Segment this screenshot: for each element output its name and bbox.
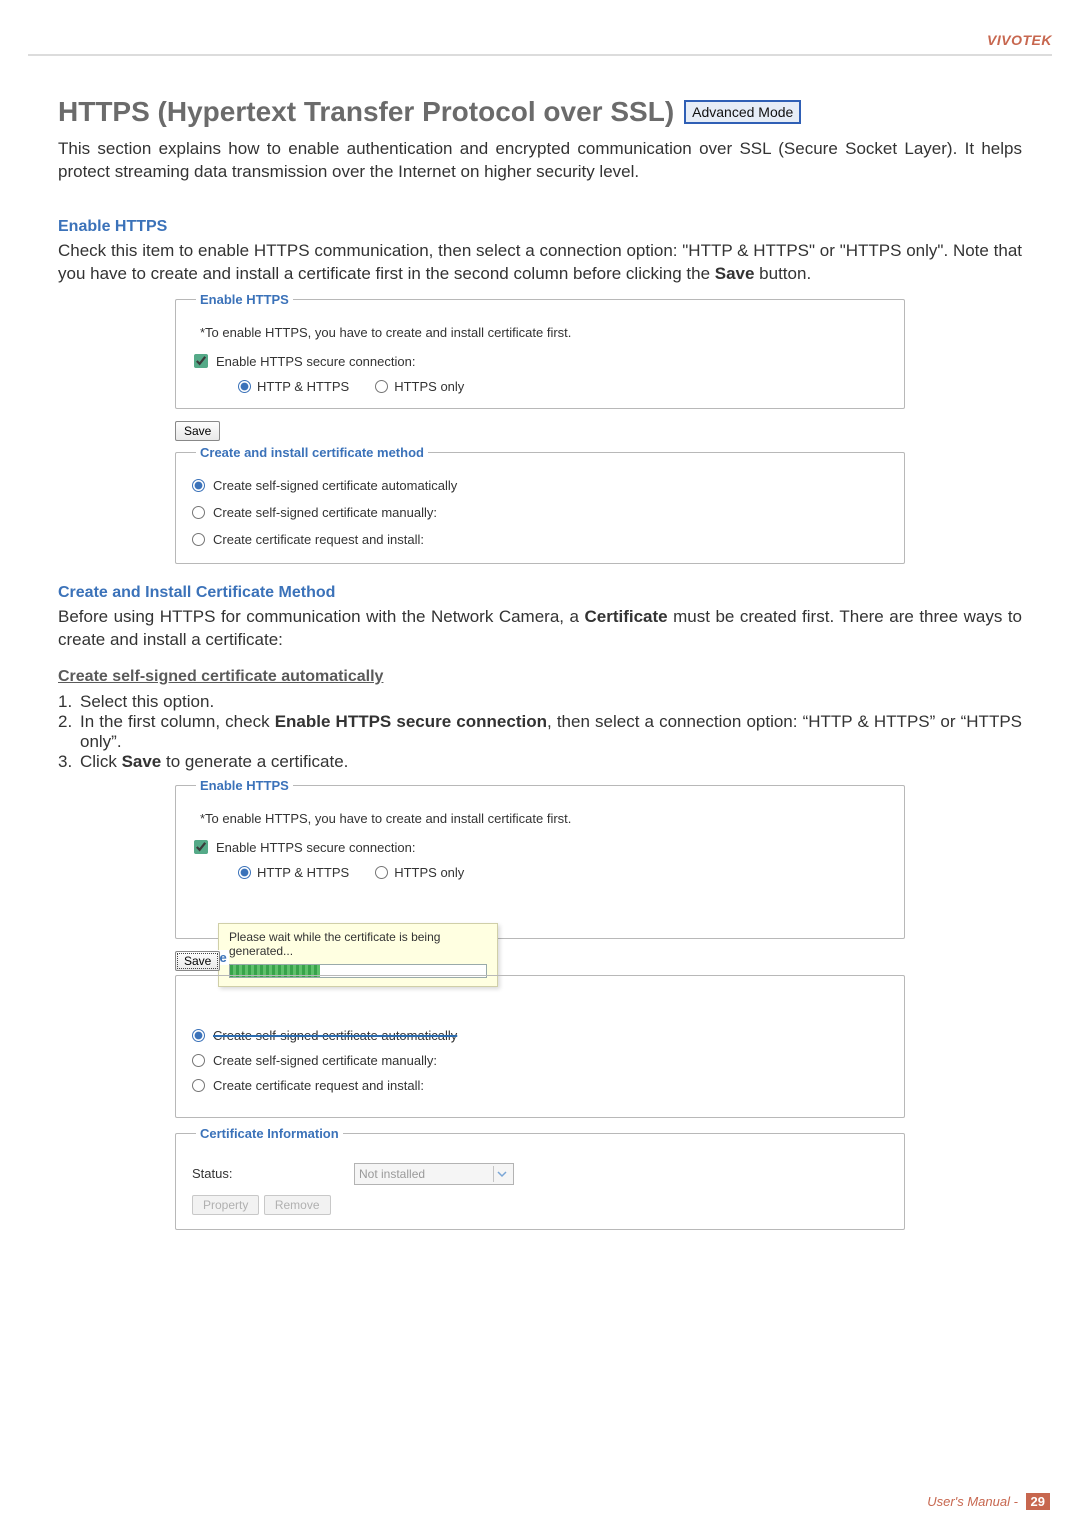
steps-list: 1.Select this option. 2.In the first col… — [58, 692, 1022, 772]
footer: User's Manual - 29 — [927, 1494, 1050, 1509]
intro-text: This section explains how to enable auth… — [58, 138, 1022, 184]
subheading-auto: Create self-signed certificate automatic… — [58, 668, 1022, 686]
enable-https-checkbox-2[interactable] — [194, 840, 208, 854]
title-text: HTTPS (Hypertext Transfer Protocol over … — [58, 96, 674, 128]
connection-mode-radios-2: HTTP & HTTPS HTTPS only — [238, 865, 888, 880]
cert-manual-2[interactable]: Create self-signed certificate manually: — [192, 1053, 888, 1068]
remove-button: Remove — [264, 1195, 331, 1215]
footer-text: User's Manual - — [927, 1494, 1018, 1509]
cert-method-group-2: Create self-signed certificate automatic… — [175, 975, 905, 1118]
radio-https-only-2[interactable]: HTTPS only — [375, 865, 464, 880]
enable-https-group-2: Enable HTTPS *To enable HTTPS, you have … — [175, 778, 905, 939]
chevron-down-icon — [493, 1166, 509, 1182]
enable-https-legend-2: Enable HTTPS — [196, 778, 293, 793]
screenshot-generating: Enable HTTPS *To enable HTTPS, you have … — [175, 778, 905, 1238]
save-button-2[interactable]: Save — [175, 951, 220, 971]
enable-note: *To enable HTTPS, you have to create and… — [200, 325, 888, 340]
section-enable-heading: Enable HTTPS — [58, 218, 1022, 236]
radio-https-only[interactable]: HTTPS only — [375, 379, 464, 394]
cert-info-group: Certificate Information Status: Not inst… — [175, 1126, 905, 1230]
step-3: Click Save to generate a certificate. — [80, 752, 1022, 772]
page-title: HTTPS (Hypertext Transfer Protocol over … — [58, 96, 1022, 128]
section-enable-text: Check this item to enable HTTPS communic… — [58, 240, 1022, 286]
cert-manual[interactable]: Create self-signed certificate manually: — [192, 505, 888, 520]
enable-https-group: Enable HTTPS *To enable HTTPS, you have … — [175, 292, 905, 409]
radio-http-https-2[interactable]: HTTP & HTTPS — [238, 865, 349, 880]
enable-https-checkbox[interactable] — [194, 354, 208, 368]
cert-method-group: Create and install certificate method Cr… — [175, 445, 905, 564]
cert-auto[interactable]: Create self-signed certificate automatic… — [192, 478, 888, 493]
cert-request[interactable]: Create certificate request and install: — [192, 532, 888, 547]
section-cert-text: Before using HTTPS for communication wit… — [58, 606, 1022, 652]
connection-mode-radios: HTTP & HTTPS HTTPS only — [238, 379, 888, 394]
enable-https-checkbox-row-2[interactable]: Enable HTTPS secure connection: — [194, 840, 888, 855]
status-label: Status: — [192, 1166, 342, 1181]
mode-badge: Advanced Mode — [684, 100, 801, 124]
enable-https-checkbox-label: Enable HTTPS secure connection: — [216, 354, 415, 369]
cert-method-legend: Create and install certificate method — [196, 445, 428, 460]
property-button: Property — [192, 1195, 259, 1215]
step-2: In the first column, check Enable HTTPS … — [80, 712, 1022, 752]
enable-note-2: *To enable HTTPS, you have to create and… — [200, 811, 888, 826]
cert-request-2[interactable]: Create certificate request and install: — [192, 1078, 888, 1093]
step-1: Select this option. — [80, 692, 1022, 712]
save-button[interactable]: Save — [175, 421, 220, 441]
cert-auto-2[interactable]: Create self-signed certificate automatic… — [192, 1028, 888, 1043]
radio-http-https[interactable]: HTTP & HTTPS — [238, 379, 349, 394]
enable-https-checkbox-row[interactable]: Enable HTTPS secure connection: — [194, 354, 888, 369]
brand: VIVOTEK — [987, 32, 1052, 48]
progress-message: Please wait while the certificate is bei… — [229, 930, 487, 958]
status-select[interactable]: Not installed — [354, 1163, 514, 1185]
section-cert-heading: Create and Install Certificate Method — [58, 584, 1022, 602]
page-number: 29 — [1026, 1493, 1050, 1510]
cert-info-legend: Certificate Information — [196, 1126, 343, 1141]
header-bar: VIVOTEK — [28, 32, 1052, 56]
screenshot-enable-https: Enable HTTPS *To enable HTTPS, you have … — [175, 292, 905, 572]
enable-https-legend: Enable HTTPS — [196, 292, 293, 307]
status-value: Not installed — [359, 1167, 425, 1181]
